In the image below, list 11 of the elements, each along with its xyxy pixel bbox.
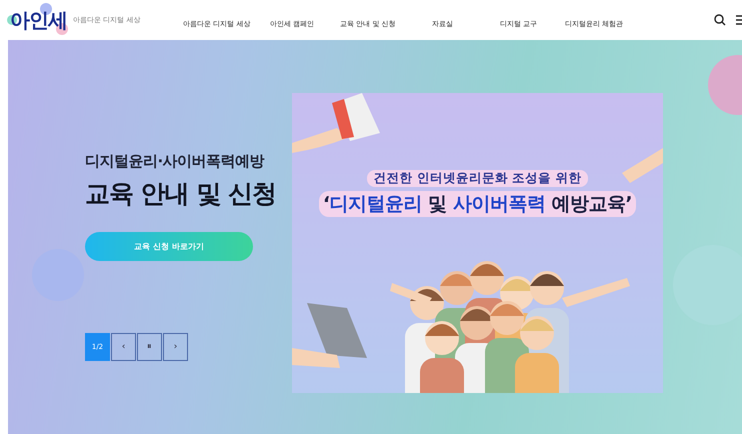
banner-subheading: 건전한 인터넷윤리문화 조성을 위한 xyxy=(367,170,588,187)
banner-heading: ‘디지털윤리 및 사이버폭력 예방교육’ xyxy=(318,191,636,217)
menu-icon[interactable] xyxy=(736,15,742,25)
next-button[interactable]: › xyxy=(163,333,188,361)
banner[interactable]: 건전한 인터넷윤리문화 조성을 위한 ‘디지털윤리 및 사이버폭력 예방교육’ xyxy=(292,93,663,393)
hero-subtitle: 디지털윤리·사이버폭력예방 xyxy=(85,152,266,171)
previous-button[interactable]: ‹ xyxy=(111,333,136,361)
hero-title: 교육 안내 및 신청 xyxy=(85,178,278,210)
search-icon[interactable] xyxy=(714,14,726,26)
decorative-circle xyxy=(32,249,84,301)
pause-button[interactable]: ⏸ xyxy=(137,333,162,361)
